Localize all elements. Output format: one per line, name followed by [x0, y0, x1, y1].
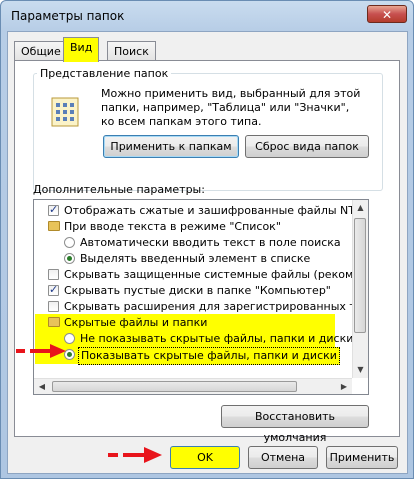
apply-to-folders-button[interactable]: Применить к папкам — [103, 135, 239, 158]
tab-search[interactable]: Поиск — [107, 41, 156, 61]
reset-folders-button[interactable]: Сброс вида папок — [245, 135, 369, 158]
folder-view-description: ко всем папкам этого типа. — [101, 115, 262, 128]
apply-button[interactable]: Применить — [326, 446, 398, 469]
list-item-label: Скрытые файлы и папки — [64, 316, 208, 329]
list-item-label: Автоматически вводить текст в поле поиск… — [80, 236, 341, 249]
list-item-label: Не показывать скрытые файлы, папки и дис… — [80, 332, 354, 345]
red-arrow-icon — [16, 344, 66, 358]
list-item[interactable]: Выделять введенный элемент в списке — [34, 251, 334, 267]
button-label: Применить к папкам — [110, 140, 232, 153]
list-item-label: Скрывать пустые диски в папке "Компьютер… — [64, 284, 331, 297]
list-item-label: Выделять введенный элемент в списке — [80, 252, 311, 265]
list-item[interactable]: Скрывать расширения для зарегистрированн… — [34, 299, 368, 315]
button-label: Восстановить умолчания — [255, 410, 335, 444]
scroll-up-icon[interactable]: ▲ — [353, 200, 368, 216]
tab-general[interactable]: Общие — [14, 41, 68, 61]
folder-view-group-label: Представление папок — [37, 67, 172, 80]
tab-label: Общие — [21, 45, 61, 58]
list-item-selected[interactable]: Показывать скрытые файлы, папки и диски — [34, 347, 340, 365]
tab-label: Вид — [70, 41, 93, 54]
list-item[interactable]: Отображать сжатые и зашифрованные файлы … — [34, 202, 358, 219]
red-arrow-icon — [108, 447, 162, 463]
dialog-client-area: Общие Вид Поиск Представление папок Можн… — [7, 31, 408, 474]
list-item-label: Скрывать расширения для зарегистрированн… — [64, 300, 369, 313]
scroll-thumb[interactable] — [354, 218, 366, 333]
button-label: Применить — [329, 451, 395, 464]
list-item[interactable]: При вводе текста в режиме "Список" — [34, 219, 334, 235]
folder-view-description: Можно применить вид, выбранный для этой — [101, 87, 361, 100]
vertical-scrollbar[interactable]: ▲ ▼ — [352, 200, 368, 378]
window-title: Параметры папок — [11, 9, 125, 23]
ok-button[interactable]: OK — [170, 446, 240, 469]
tab-view[interactable]: Вид — [63, 37, 100, 62]
scroll-down-icon[interactable]: ▼ — [353, 362, 368, 378]
list-item[interactable]: Автоматически вводить текст в поле поиск… — [34, 235, 341, 251]
radio-button[interactable] — [64, 253, 75, 264]
restore-defaults-button[interactable]: Восстановить умолчания — [221, 405, 369, 444]
advanced-settings-list[interactable]: Отображать сжатые и зашифрованные файлы … — [33, 199, 369, 395]
horizontal-scrollbar[interactable]: ◀ ▶ — [34, 378, 352, 394]
list-item[interactable]: Скрывать пустые диски в папке "Компьютер… — [34, 282, 334, 299]
button-label: Отмена — [260, 451, 306, 464]
checkbox[interactable] — [48, 282, 59, 298]
list-item-label: При вводе текста в режиме "Список" — [64, 220, 281, 233]
folder-view-icon — [51, 97, 79, 127]
list-item-label: Скрывать защищенные системные файлы (рек… — [64, 268, 368, 281]
advanced-settings-label: Дополнительные параметры: — [33, 183, 205, 196]
cancel-button[interactable]: Отмена — [248, 446, 318, 469]
tab-label: Поиск — [114, 45, 149, 58]
close-button[interactable]: ✕ — [367, 5, 407, 23]
list-item[interactable]: Не показывать скрытые файлы, папки и дис… — [34, 331, 353, 347]
checkbox[interactable] — [48, 269, 59, 280]
scroll-thumb[interactable] — [52, 381, 297, 392]
folder-view-description: папки, например, "Таблица" или "Значки", — [101, 101, 350, 114]
scroll-left-icon[interactable]: ◀ — [34, 379, 50, 394]
folder-icon — [48, 317, 60, 327]
list-item-label: Показывать скрытые файлы, папки и диски — [78, 347, 340, 365]
scroll-right-icon[interactable]: ▶ — [336, 379, 352, 394]
checkbox[interactable] — [48, 202, 59, 218]
folder-icon — [48, 221, 60, 231]
list-item[interactable]: Скрывать защищенные системные файлы (рек… — [34, 267, 367, 283]
radio-button[interactable] — [64, 237, 75, 248]
list-item[interactable]: Скрытые файлы и папки — [34, 315, 334, 331]
view-tab-panel: Представление папок Можно применить вид,… — [14, 60, 400, 444]
checkbox[interactable] — [48, 301, 59, 312]
title-bar[interactable]: Параметры папок ✕ — [1, 1, 413, 31]
close-icon: ✕ — [381, 8, 393, 22]
folder-options-window: Параметры папок ✕ Общие Вид Поиск Предст… — [0, 0, 414, 479]
button-label: Сброс вида папок — [255, 140, 359, 153]
button-label: OK — [197, 451, 213, 464]
list-item-label: Отображать сжатые и зашифрованные файлы … — [64, 204, 359, 217]
